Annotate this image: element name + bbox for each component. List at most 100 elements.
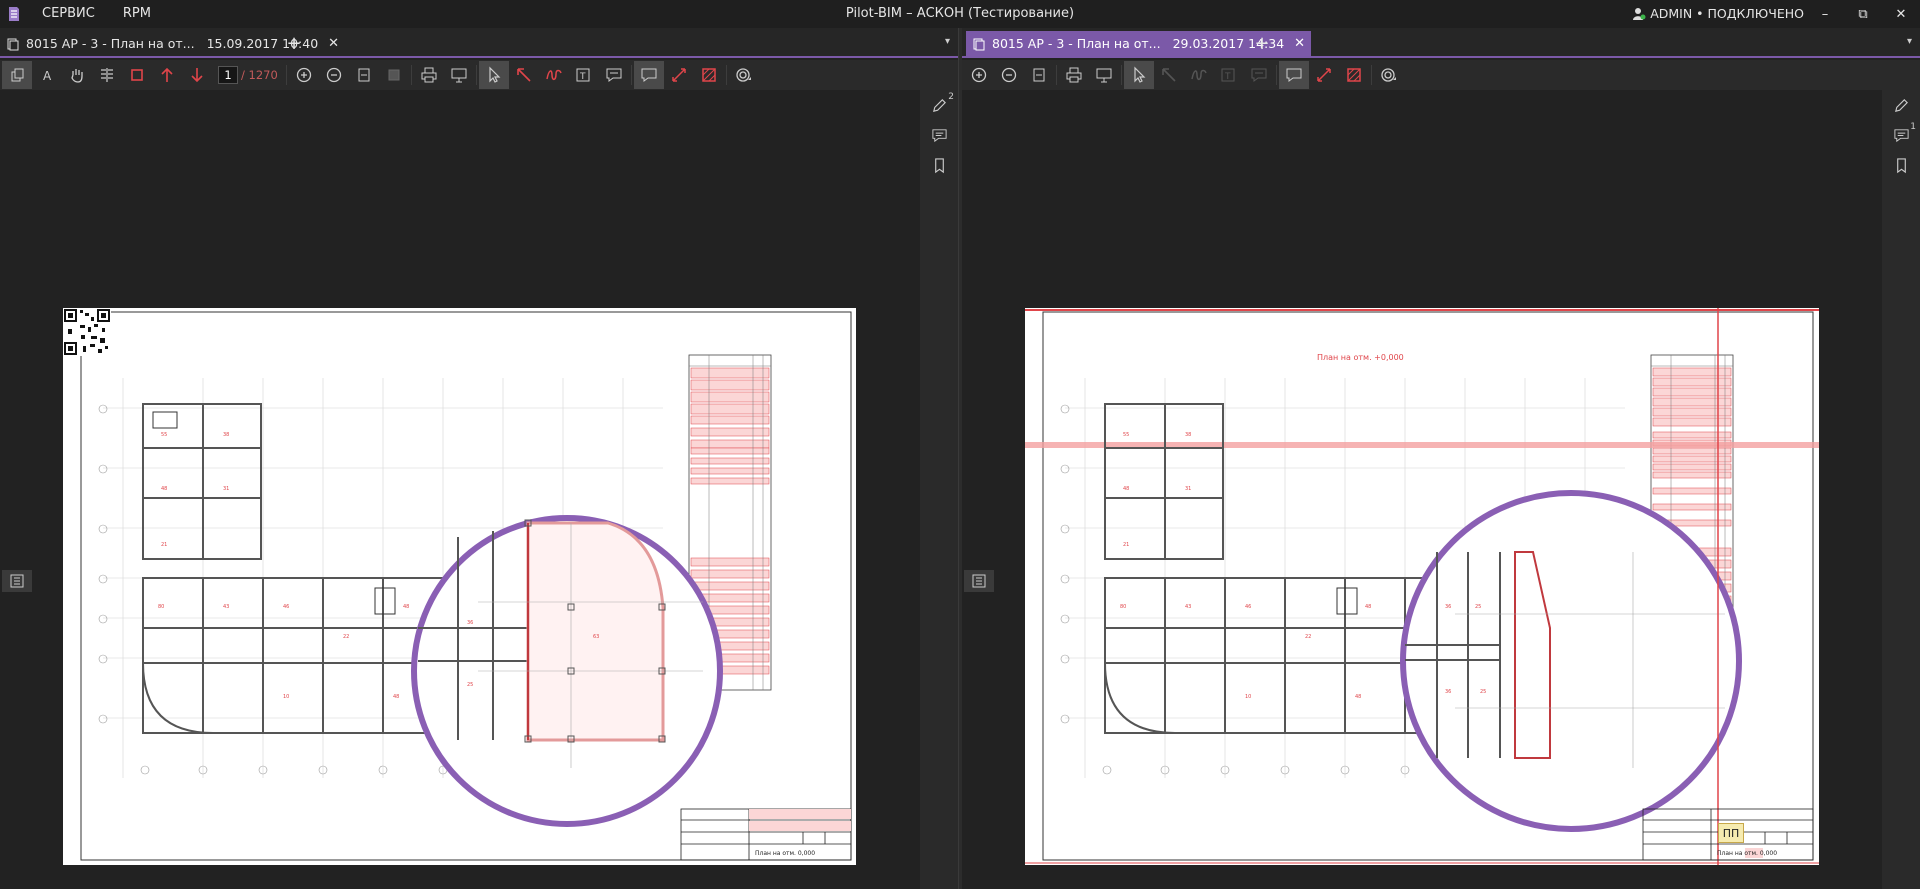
close-window-button[interactable]: ✕	[1882, 0, 1920, 28]
right-tab-bar: 8015 АР - 3 - План на от... 29.03.2017 1…	[962, 28, 1920, 58]
fit-page-button[interactable]	[1024, 61, 1054, 89]
add-tab-button[interactable]: +	[1250, 31, 1274, 56]
hatch-button[interactable]	[1339, 61, 1369, 89]
svg-text:55: 55	[161, 432, 167, 438]
user-status[interactable]: ADMIN • ПОДКЛЮЧЕНО	[1632, 0, 1804, 28]
comment-markup-icon	[606, 68, 622, 82]
crop-button[interactable]	[122, 61, 152, 89]
markup-badge[interactable]: ПП	[1718, 823, 1744, 843]
arrow-up-icon	[161, 67, 173, 82]
pencil-icon	[932, 98, 946, 112]
pages-button[interactable]	[2, 61, 32, 89]
svg-text:10: 10	[283, 694, 289, 700]
add-tab-button[interactable]: +	[282, 31, 306, 56]
svg-text:48: 48	[1123, 486, 1129, 492]
tab-close-button[interactable]: ✕	[328, 36, 339, 51]
layers-button[interactable]	[1374, 61, 1404, 89]
text-markup-button[interactable]: T	[1214, 61, 1244, 89]
arrow-markup-button[interactable]	[1154, 61, 1184, 89]
zoom-out-button[interactable]	[994, 61, 1024, 89]
layers-icon	[1381, 68, 1396, 82]
left-document-viewer[interactable]: 5538483121 8043462248271048	[0, 90, 920, 889]
fit-page-button[interactable]	[349, 61, 379, 89]
hand-pan-button[interactable]	[62, 61, 92, 89]
speech-bubble-button[interactable]	[633, 61, 664, 89]
svg-text:22: 22	[1305, 634, 1311, 640]
pages-icon	[11, 68, 24, 82]
right-document-viewer[interactable]: План на отм. +0,000 55 38 48 31 21 80 43…	[962, 90, 1882, 889]
text-markup-button[interactable]: T	[569, 61, 599, 89]
comments-count: 1	[1910, 122, 1916, 132]
annotate-button[interactable]: 2	[920, 90, 958, 120]
comment-markup-button[interactable]	[1244, 61, 1274, 89]
comment-markup-button[interactable]	[599, 61, 629, 89]
measure-button[interactable]	[664, 61, 694, 89]
present-button[interactable]	[444, 61, 474, 89]
hatch-icon	[702, 68, 716, 82]
svg-text:25: 25	[467, 682, 473, 688]
prev-change-button[interactable]	[152, 61, 182, 89]
minimize-button[interactable]: –	[1806, 0, 1844, 28]
menu-service[interactable]: СЕРВИС	[28, 0, 109, 28]
svg-text:21: 21	[161, 542, 167, 548]
tabs-dropdown-button[interactable]: ▾	[1907, 36, 1912, 47]
print-button[interactable]	[1059, 61, 1089, 89]
compare-icon	[101, 68, 113, 82]
user-icon	[1633, 8, 1646, 20]
freehand-markup-icon	[1191, 69, 1207, 81]
next-change-button[interactable]	[182, 61, 212, 89]
pointer-button[interactable]	[1124, 61, 1154, 89]
bookmark-icon	[934, 157, 944, 173]
page-number-input[interactable]: 1	[218, 66, 238, 84]
svg-text:80: 80	[158, 604, 164, 610]
text-select-button[interactable]: A	[32, 61, 62, 89]
floor-plan-drawing: 5538483121 8043462248271048	[80, 311, 852, 861]
zoom-in-button[interactable]	[964, 61, 994, 89]
print-icon	[421, 67, 437, 83]
comments-icon	[1893, 128, 1909, 142]
drawing-sheet: План на отм. +0,000 55 38 48 31 21 80 43…	[1025, 308, 1819, 865]
bookmarks-button[interactable]	[920, 150, 958, 180]
text-markup-icon: T	[1221, 68, 1235, 82]
svg-text:25: 25	[1480, 689, 1486, 695]
svg-text:48: 48	[393, 694, 399, 700]
freehand-markup-button[interactable]	[1184, 61, 1214, 89]
present-icon	[451, 68, 467, 83]
freehand-markup-icon	[546, 69, 562, 81]
comments-button[interactable]: 1	[1882, 120, 1920, 150]
svg-text:10: 10	[1245, 694, 1251, 700]
hatch-button[interactable]	[694, 61, 724, 89]
restore-button[interactable]: ⧉	[1844, 0, 1882, 28]
thumbnails-toggle-button[interactable]	[964, 570, 994, 592]
speech-bubble-icon	[1286, 68, 1302, 82]
tab-close-button[interactable]: ✕	[1294, 36, 1305, 51]
annotate-button[interactable]	[1882, 90, 1920, 120]
svg-text:43: 43	[223, 604, 229, 610]
text-markup-icon: T	[576, 68, 590, 82]
bookmarks-button[interactable]	[1882, 150, 1920, 180]
right-toolbar: T	[962, 60, 1920, 90]
compare-button[interactable]	[92, 61, 122, 89]
svg-text:T: T	[1224, 72, 1231, 82]
tabs-dropdown-button[interactable]: ▾	[945, 36, 950, 47]
fit-width-button[interactable]	[379, 61, 409, 89]
zoom-out-button[interactable]	[319, 61, 349, 89]
measure-button[interactable]	[1309, 61, 1339, 89]
pointer-button[interactable]	[478, 61, 509, 89]
layers-button[interactable]	[729, 61, 759, 89]
freehand-markup-button[interactable]	[539, 61, 569, 89]
app-window: СЕРВИС RPM Pilot-BIM – АСКОН (Тестирован…	[0, 0, 1920, 889]
svg-text:22: 22	[343, 634, 349, 640]
app-logo-icon[interactable]	[0, 0, 28, 28]
thumbnails-toggle-button[interactable]	[2, 570, 32, 592]
arrow-markup-button[interactable]	[509, 61, 539, 89]
svg-text:36: 36	[467, 620, 473, 626]
comments-button[interactable]	[920, 120, 958, 150]
speech-bubble-button[interactable]	[1279, 61, 1309, 89]
stamp-title: План на отм. 0,000	[755, 850, 815, 857]
print-button[interactable]	[414, 61, 444, 89]
arrow-markup-icon	[516, 68, 531, 82]
present-button[interactable]	[1089, 61, 1119, 89]
zoom-in-button[interactable]	[289, 61, 319, 89]
menu-rpm[interactable]: RPM	[109, 0, 165, 28]
